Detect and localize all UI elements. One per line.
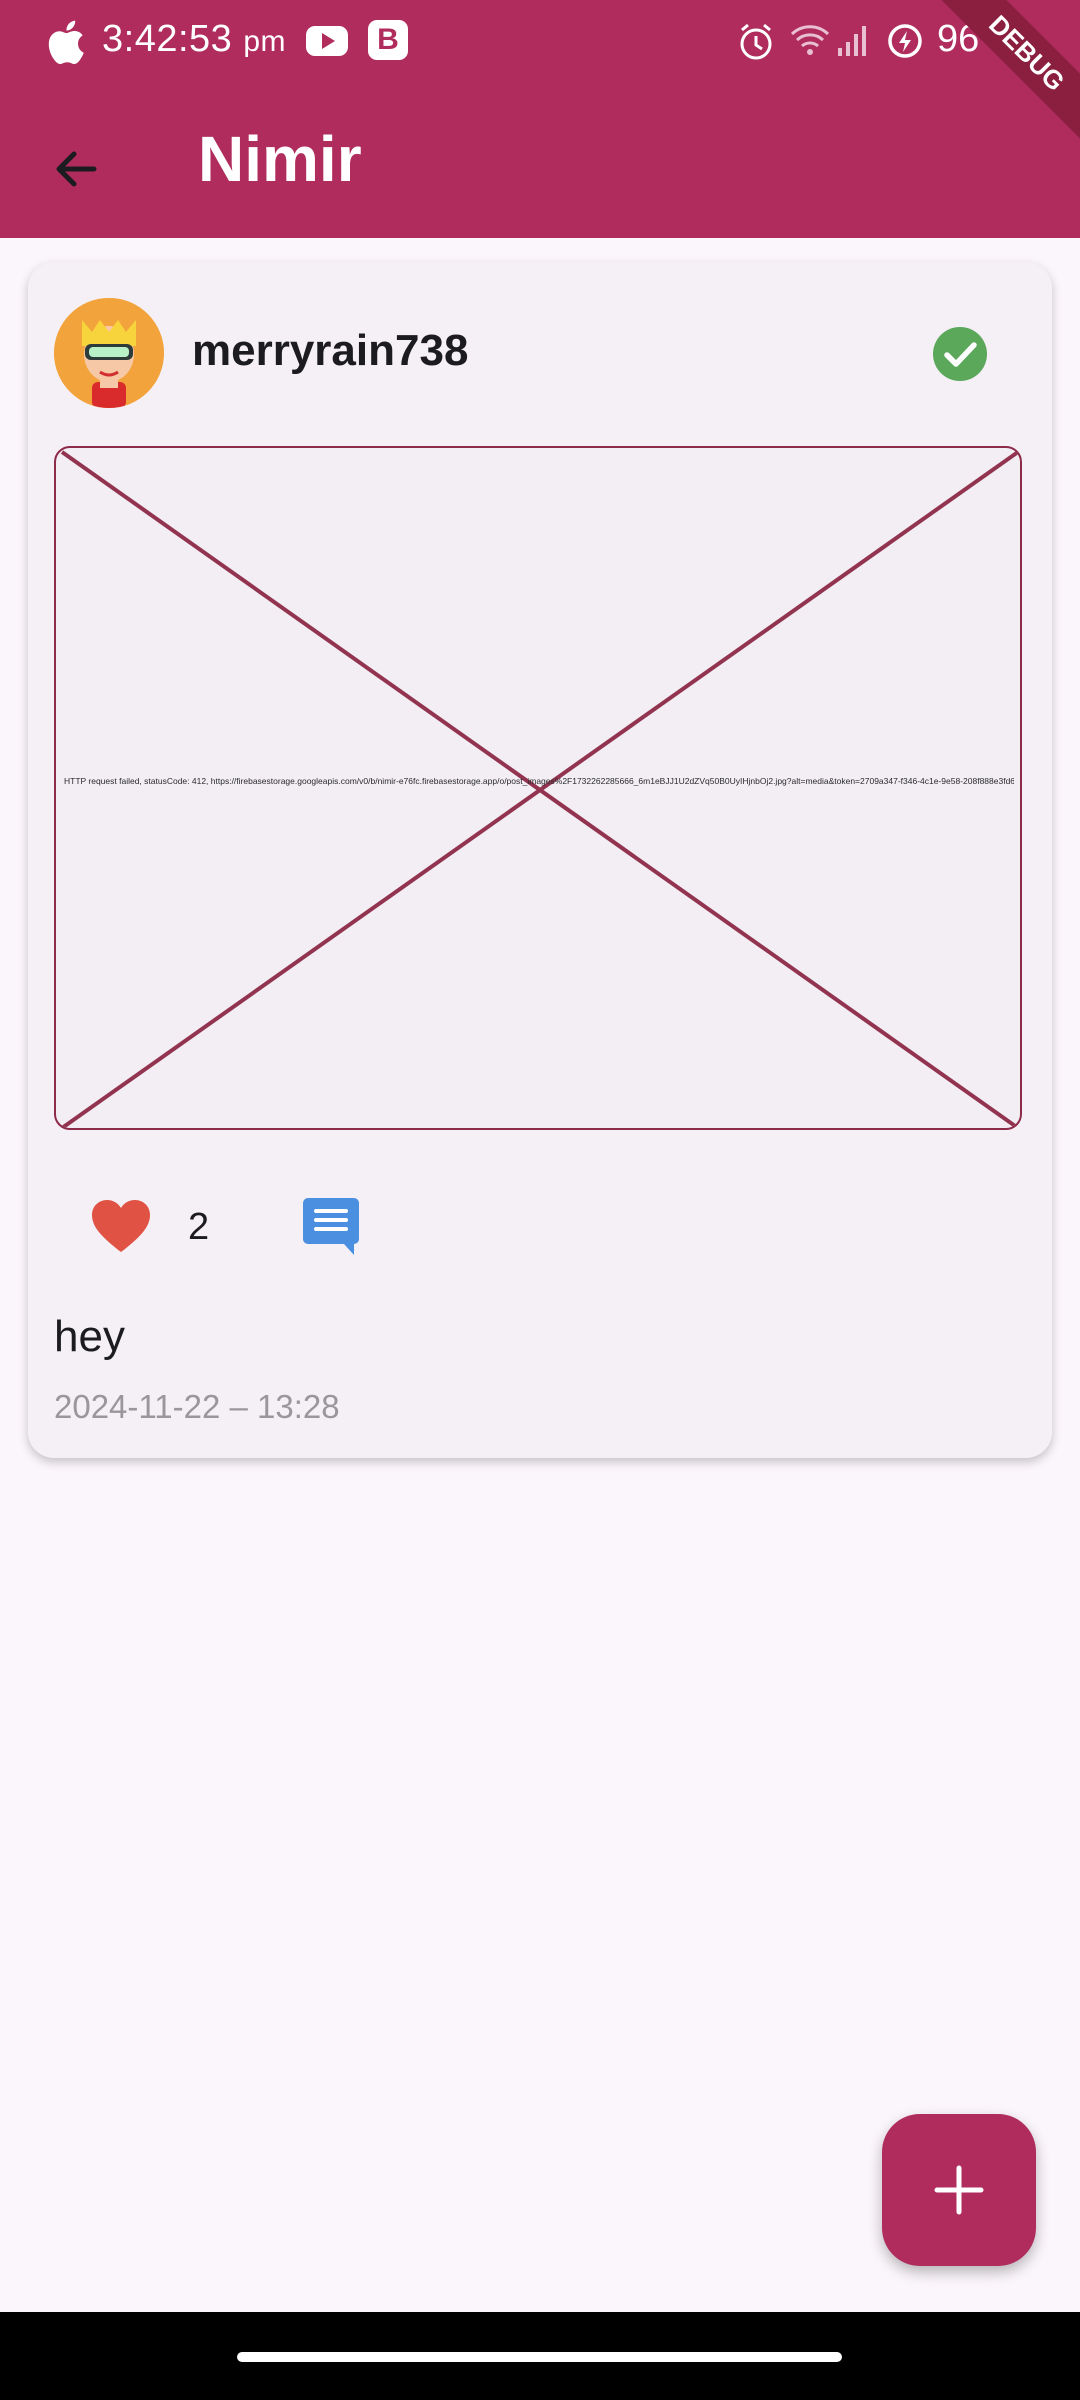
heart-icon[interactable] bbox=[90, 1198, 152, 1254]
status-time: 3:42:53 pm bbox=[102, 18, 287, 60]
battery-charging-icon bbox=[888, 24, 922, 58]
signal-icon bbox=[838, 26, 866, 56]
comment-icon[interactable] bbox=[302, 1196, 360, 1256]
post-image-error[interactable]: HTTP request failed, statusCode: 412, ht… bbox=[54, 446, 1022, 1130]
post-timestamp: 2024-11-22 – 13:28 bbox=[54, 1388, 340, 1425]
youtube-icon bbox=[306, 26, 348, 56]
like-count: 2 bbox=[188, 1206, 210, 1248]
check-circle-icon bbox=[933, 327, 987, 381]
broken-image-icon bbox=[60, 450, 1020, 1128]
page-title: Nimir bbox=[198, 123, 362, 195]
wifi-icon bbox=[790, 25, 830, 55]
system-nav-bar bbox=[0, 2312, 1080, 2400]
image-error-message: HTTP request failed, statusCode: 412, ht… bbox=[64, 776, 1014, 786]
top-app-bar: 3:42:53 pm B 96 DEBUG Nimir bbox=[0, 0, 1080, 238]
plus-icon bbox=[934, 2165, 984, 2215]
status-bar: 3:42:53 pm B 96 DEBUG bbox=[0, 0, 1080, 151]
home-indicator[interactable] bbox=[237, 2352, 842, 2362]
alarm-icon bbox=[740, 23, 772, 60]
b-app-icon: B bbox=[368, 20, 408, 60]
arrow-back-icon[interactable] bbox=[44, 136, 110, 202]
post-caption: hey bbox=[54, 1312, 125, 1361]
avatar[interactable] bbox=[54, 298, 164, 408]
app-bar: Nimir bbox=[0, 86, 1080, 238]
add-post-button[interactable] bbox=[882, 2114, 1036, 2266]
avatar-icon bbox=[54, 298, 164, 408]
post-card[interactable]: merryrain738 HTTP request failed, status… bbox=[28, 262, 1052, 1458]
apple-icon bbox=[48, 20, 84, 64]
post-username[interactable]: merryrain738 bbox=[192, 326, 468, 376]
